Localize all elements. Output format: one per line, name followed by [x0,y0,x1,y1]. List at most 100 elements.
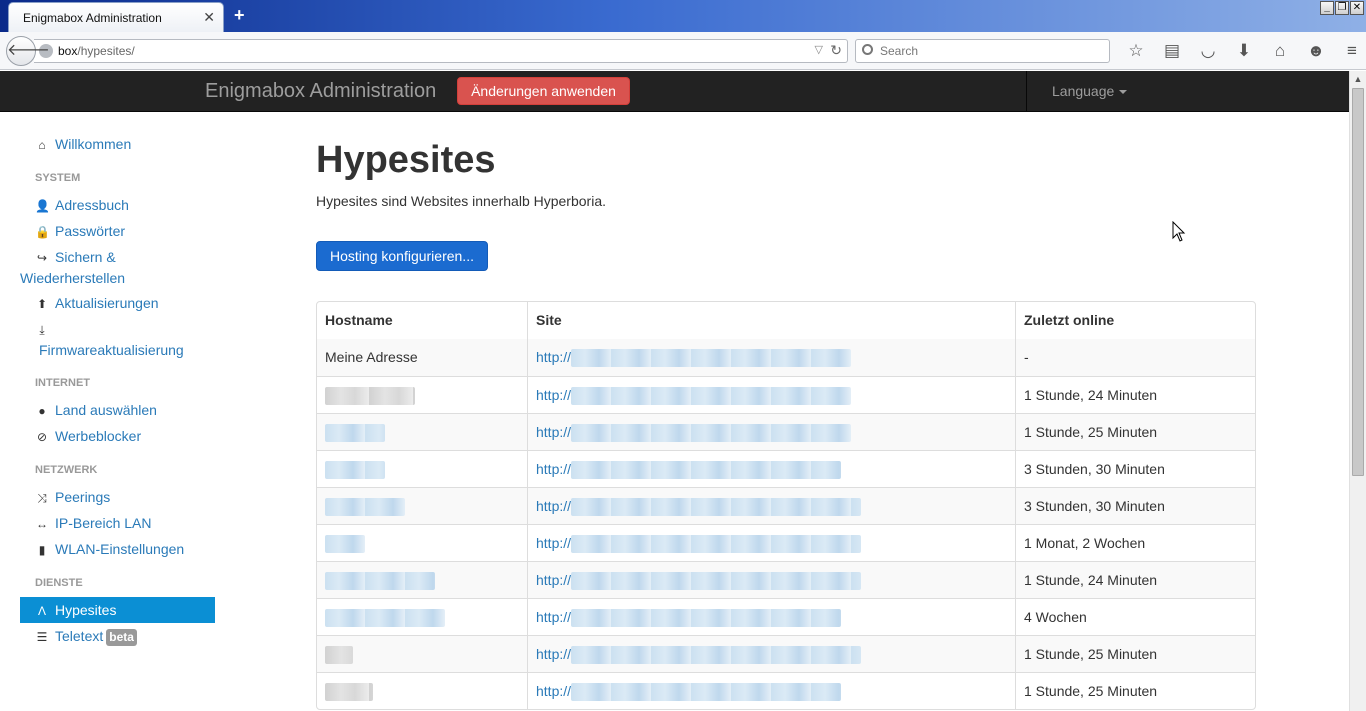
hostname-cell [317,599,527,635]
site-cell: http:// [527,562,1015,598]
tab-close-icon[interactable]: ✕ [203,9,215,25]
configure-hosting-button[interactable]: Hosting konfigurieren... [316,241,488,271]
window-controls: _ ❐ ✕ [1320,1,1364,15]
star-icon[interactable]: ☆ [1118,40,1154,62]
reload-icon[interactable]: ↻ [830,42,842,59]
column-header-last-online[interactable]: Zuletzt online [1015,302,1255,339]
pocket-icon[interactable]: ◡ [1190,40,1226,62]
sidebar-item-label: Willkommen [55,136,132,152]
table-row: Meine Adresse http:// - [317,339,1255,376]
last-online-cell: 3 Stunden, 30 Minuten [1015,488,1255,524]
minimize-button[interactable]: _ [1320,1,1334,15]
hostname-cell [317,377,527,413]
redacted-address [571,535,862,554]
sidebar-item-backup[interactable]: ↪ Sichern & Wiederherstellen [20,247,215,288]
page-title: Hypesites [316,139,496,181]
sidebar-item-lan[interactable]: ↔ IP-Bereich LAN [20,513,215,534]
redacted-hostname [325,609,445,628]
home-icon[interactable]: ⌂ [1262,40,1298,62]
column-header-hostname[interactable]: Hostname [317,302,527,339]
last-online-cell: 3 Stunden, 30 Minuten [1015,451,1255,487]
sidebar-item-wlan[interactable]: ▮ WLAN-Einstellungen [20,539,215,560]
caret-down-icon [1119,90,1128,95]
page-viewport: Enigmabox Administration Änderungen anwe… [0,71,1349,711]
site-link-prefix: http:// [536,572,572,588]
list-icon: ☰ [36,630,48,644]
restore-button[interactable]: ❐ [1335,1,1349,15]
menu-icon[interactable]: ≡ [1334,40,1366,62]
arrow-up-circle-icon: ⬆ [36,297,48,311]
site-link[interactable]: http:// [536,498,862,517]
site-link[interactable]: http:// [536,535,862,554]
sidebar-item-passwords[interactable]: 🔒 Passwörter [20,221,215,242]
sidebar-item-country[interactable]: ● Land auswählen [20,400,215,421]
site-link[interactable]: http:// [536,424,852,443]
sidebar-item-welcome[interactable]: ⌂ Willkommen [20,134,215,155]
vertical-scrollbar[interactable]: ▲ [1349,71,1366,711]
url-bar[interactable]: box/hypesites/ ▽ ↻ [34,39,848,63]
reader-icon[interactable]: ▤ [1154,40,1190,62]
scroll-thumb[interactable] [1352,88,1364,476]
sidebar-item-label: Passwörter [55,223,126,239]
site-link[interactable]: http:// [536,683,842,702]
last-online-cell: 1 Stunde, 25 Minuten [1015,636,1255,672]
site-cell: http:// [527,636,1015,672]
sidebar-item-firmware[interactable]: ⤓ Firmwareaktualisierung [20,319,215,360]
site-link-prefix: http:// [536,535,572,551]
site-link-prefix: http:// [536,461,572,477]
site-link-prefix: http:// [536,498,572,514]
scroll-up-arrow-icon[interactable]: ▲ [1350,71,1366,87]
toolbar-icons: ☆ ▤ ◡ ⬇ ⌂ ☻ ≡ [1118,40,1366,62]
brand-title[interactable]: Enigmabox Administration [205,80,436,103]
sidebar-item-adblock[interactable]: ⊘ Werbeblocker [20,426,215,447]
redacted-hostname [325,535,365,554]
table-body: Meine Adresse http:// - http:// 1 Stunde, 24… [317,339,1255,709]
hostname-cell [317,562,527,598]
download-icon[interactable]: ⬇ [1226,40,1262,62]
site-link[interactable]: http:// [536,646,862,665]
dropdown-arrow-icon[interactable]: ▽ [815,43,823,56]
sidebar-item-teletext[interactable]: ☰ Teletext beta [20,626,215,647]
redacted-address [571,572,862,591]
new-tab-button[interactable]: + [234,6,245,24]
redacted-address [571,609,842,628]
column-header-site[interactable]: Site [527,302,1015,339]
hostname-text: Meine Adresse [325,349,418,365]
site-cell: http:// [527,414,1015,450]
last-online-cell: 1 Stunde, 24 Minuten [1015,377,1255,413]
site-link-prefix: http:// [536,609,572,625]
sidebar-item-hypesites[interactable]: Ʌ Hypesites [20,597,215,623]
close-window-button[interactable]: ✕ [1350,1,1364,15]
search-input[interactable]: Search [855,39,1110,63]
sidebar-item-label: WLAN-Einstellungen [55,541,185,557]
back-button[interactable]: 🡐 [6,36,50,66]
chat-icon[interactable]: ☻ [1298,40,1334,62]
site-link[interactable]: http:// [536,609,842,628]
sidebar-heading-services: DIENSTE [35,577,83,589]
redacted-hostname [325,572,435,591]
globe-icon: ● [38,404,46,418]
sidebar-item-updates[interactable]: ⬆ Aktualisierungen [20,293,215,314]
last-online-cell: 1 Stunde, 24 Minuten [1015,562,1255,598]
url-text[interactable]: box/hypesites/ [58,44,135,58]
language-dropdown[interactable]: Language [1052,83,1128,99]
hostname-cell [317,414,527,450]
table-row: http:// 1 Stunde, 25 Minuten [317,413,1255,450]
site-link[interactable]: http:// [536,572,862,591]
hostname-cell [317,673,527,709]
sidebar-item-peerings[interactable]: ⤨ Peerings [20,487,215,508]
sidebar-item-label: Land auswählen [55,402,157,418]
table-row: http:// 1 Stunde, 24 Minuten [317,376,1255,413]
apply-changes-button[interactable]: Änderungen anwenden [457,77,630,105]
beta-badge: beta [106,629,137,646]
site-link[interactable]: http:// [536,349,852,368]
search-icon [862,44,873,55]
redacted-hostname [325,683,373,702]
sidebar-item-addressbook[interactable]: 👤 Adressbuch [20,195,215,216]
url-path: /hypesites/ [77,44,135,58]
browser-tab[interactable]: Enigmabox Administration ✕ [8,2,224,32]
site-cell: http:// [527,451,1015,487]
site-link[interactable]: http:// [536,461,842,480]
download-icon: ⤓ [39,323,45,337]
site-link[interactable]: http:// [536,387,852,406]
